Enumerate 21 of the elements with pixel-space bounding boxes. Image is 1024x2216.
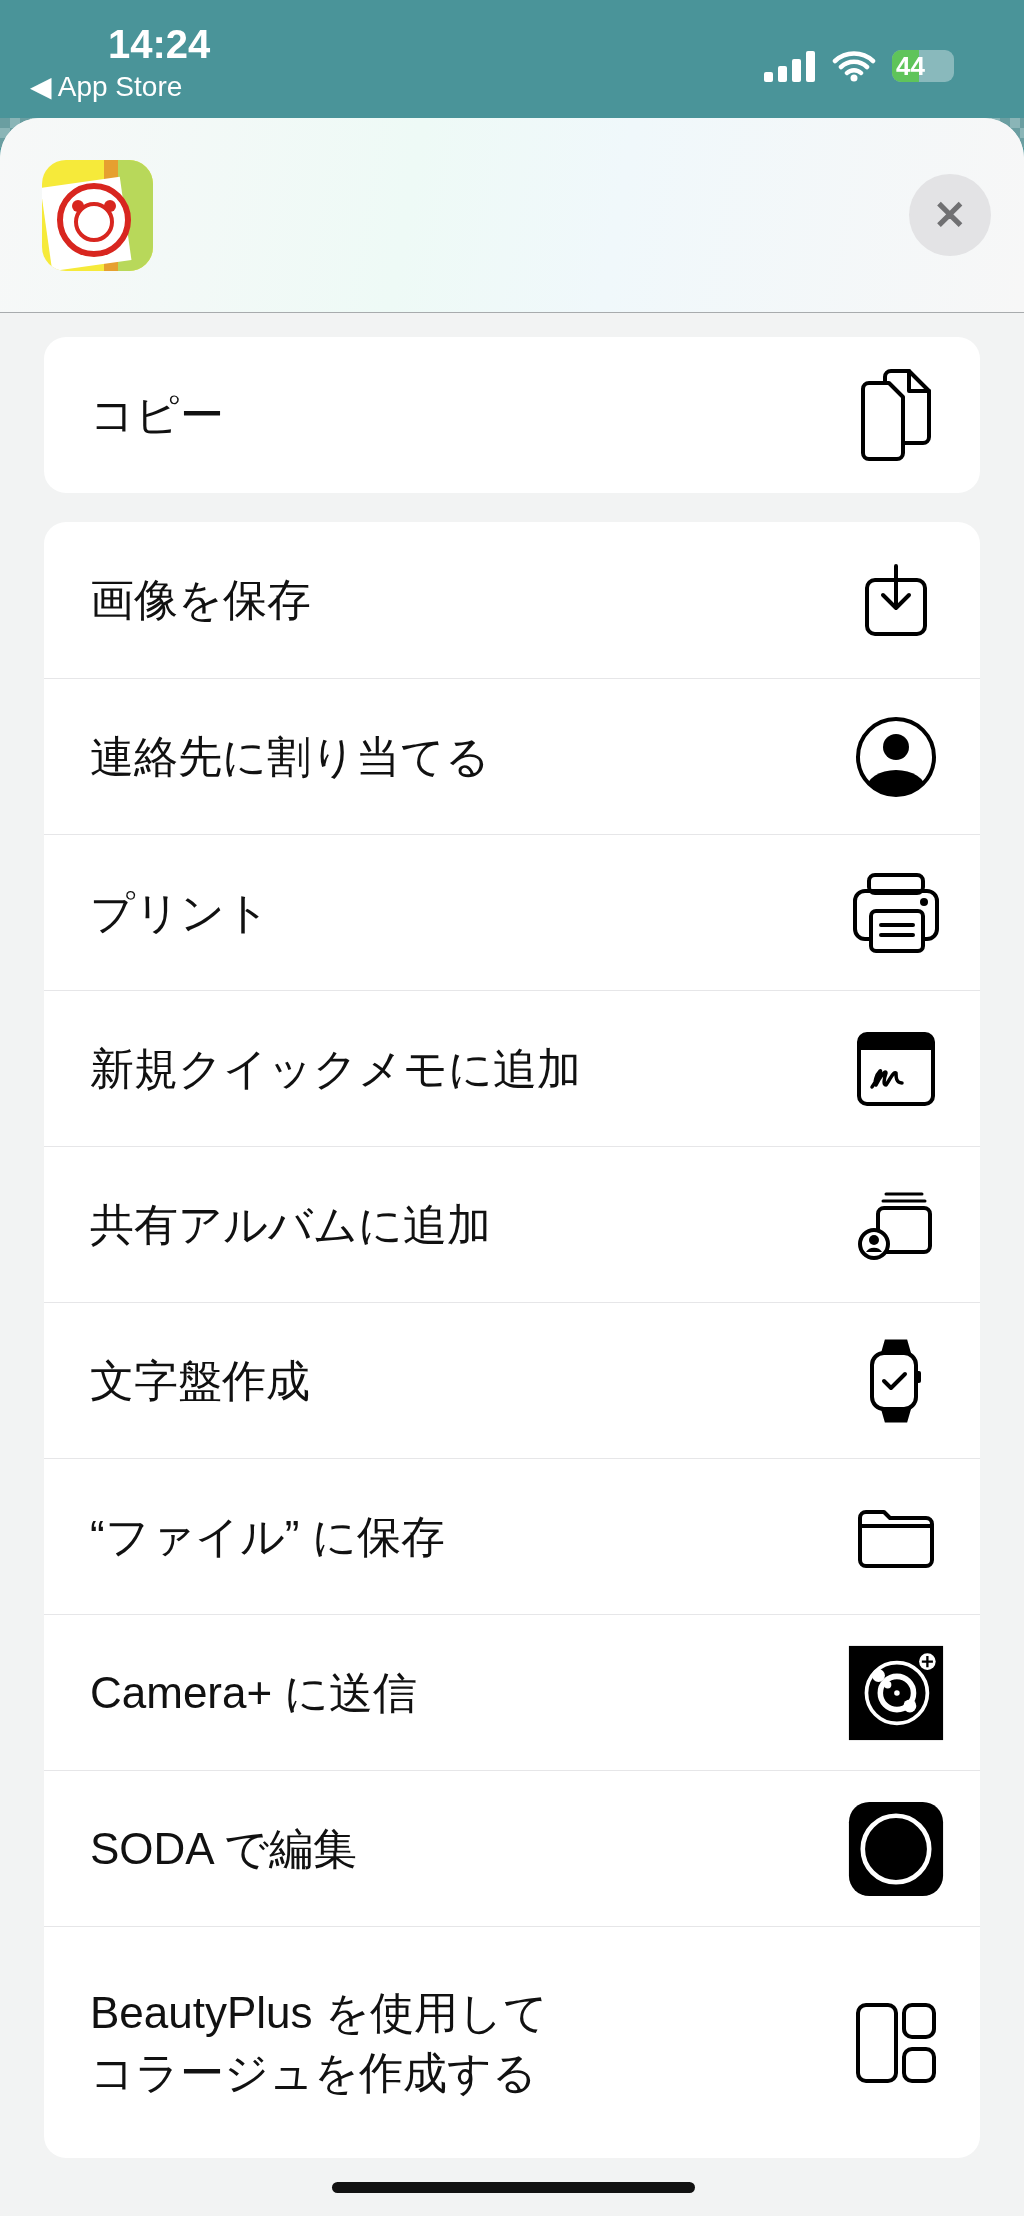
action-row[interactable]: 共有アルバムに追加: [44, 1146, 980, 1302]
status-time: 14:24: [108, 22, 211, 66]
action-row[interactable]: SODA で編集: [44, 1770, 980, 1926]
printer-icon: [851, 870, 941, 955]
memo-icon: [856, 1030, 936, 1107]
action-row[interactable]: コピー: [44, 337, 980, 493]
wifi-icon: [832, 50, 876, 82]
collage-icon: [854, 2000, 938, 2085]
close-button[interactable]: ✕: [909, 174, 991, 256]
back-link[interactable]: ◀ App Store: [30, 70, 183, 104]
action-row[interactable]: Camera+ に送信: [44, 1614, 980, 1770]
action-row[interactable]: BeautyPlus を使用して コラージュを作成する: [44, 1926, 980, 2158]
app-icon: [42, 159, 153, 271]
save-icon: [863, 562, 929, 638]
action-row[interactable]: プリント: [44, 834, 980, 990]
action-row[interactable]: “ファイル” に保存: [44, 1458, 980, 1614]
action-row[interactable]: 文字盤作成: [44, 1302, 980, 1458]
action-row[interactable]: 画像を保存: [44, 522, 980, 678]
signal-icon: [764, 50, 816, 82]
action-row[interactable]: 新規クイックメモに追加: [44, 990, 980, 1146]
action-row[interactable]: 連絡先に割り当てる: [44, 678, 980, 834]
